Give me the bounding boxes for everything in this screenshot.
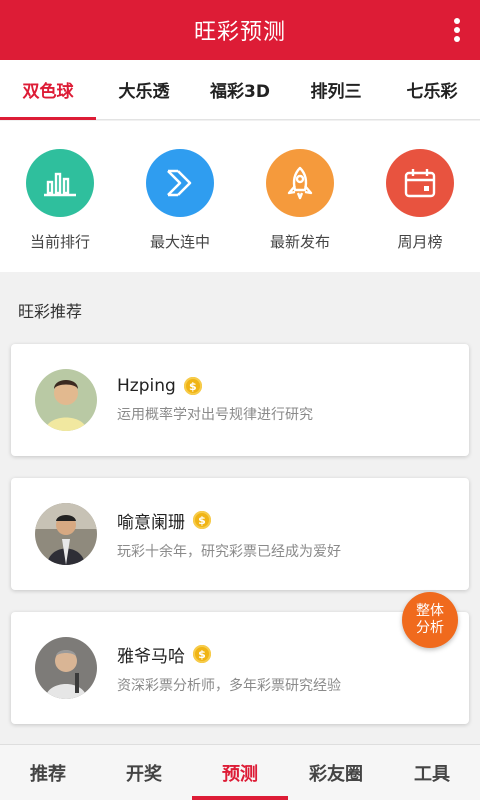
nav-tools[interactable]: 工具 [384,745,480,800]
quick-link-ranking[interactable]: 当前排行 [0,121,120,272]
tab-qilecai[interactable]: 七乐彩 [384,60,480,119]
coin-icon: $ [193,645,211,663]
expert-description: 玩彩十余年，研究彩票已经成为爱好 [117,543,341,560]
expert-description: 运用概率学对出号规律进行研究 [117,407,313,423]
nav-draw-results[interactable]: 开奖 [96,745,192,800]
quick-link-label: 最大连中 [149,233,210,251]
quick-link-latest[interactable]: 最新发布 [240,121,360,272]
fab-label-line1: 整体 [416,603,444,619]
quick-links: 当前排行 最大连中 最新发布 周月榜 [0,121,480,272]
quick-link-label: 最新发布 [269,233,330,251]
coin-icon: $ [193,511,211,529]
tab-pailiesan[interactable]: 排列三 [288,60,384,119]
section-title: 旺彩推荐 [18,302,83,321]
tab-daletou[interactable]: 大乐透 [96,60,192,119]
nav-community[interactable]: 彩友圈 [288,745,384,800]
page-title: 旺彩预测 [193,20,286,45]
nav-recommend[interactable]: 推荐 [0,745,96,800]
expert-name: 喻意阑珊 [117,512,185,533]
tab-shuangseqiu[interactable]: 双色球 [0,60,96,120]
quick-link-streak[interactable]: 最大连中 [120,121,240,272]
rocket-icon [266,149,334,217]
quick-link-label: 周月榜 [397,233,443,251]
more-vertical-icon[interactable] [450,14,464,46]
app-header: 旺彩预测 [0,0,480,60]
chevrons-icon [146,149,214,217]
avatar [35,503,97,565]
bar-chart-icon [26,149,94,217]
expert-name: 雅爷马哈 [117,646,185,667]
quick-link-label: 当前排行 [29,233,90,251]
calendar-icon [386,149,454,217]
quick-link-weekly-monthly[interactable]: 周月榜 [360,121,480,272]
expert-description: 资深彩票分析师，多年彩票研究经验 [117,677,341,694]
expert-card[interactable]: 喻意阑珊 $ 玩彩十余年，研究彩票已经成为爱好 [11,478,469,590]
expert-card[interactable]: Hzping $ 运用概率学对出号规律进行研究 [11,344,469,456]
coin-icon: $ [183,377,202,395]
expert-card[interactable]: 雅爷马哈 $ 资深彩票分析师，多年彩票研究经验 [11,612,469,724]
tab-fucai3d[interactable]: 福彩3D [192,60,288,119]
avatar [35,369,97,431]
overall-analysis-button[interactable]: 整体 分析 [402,592,458,648]
nav-prediction[interactable]: 预测 [192,745,288,800]
bottom-nav: 推荐 开奖 预测 彩友圈 工具 [0,744,480,800]
fab-label-line2: 分析 [416,620,444,636]
lottery-tabs: 双色球 大乐透 福彩3D 排列三 七乐彩 [0,60,480,120]
avatar [35,637,97,699]
expert-name: Hzping [117,376,176,396]
